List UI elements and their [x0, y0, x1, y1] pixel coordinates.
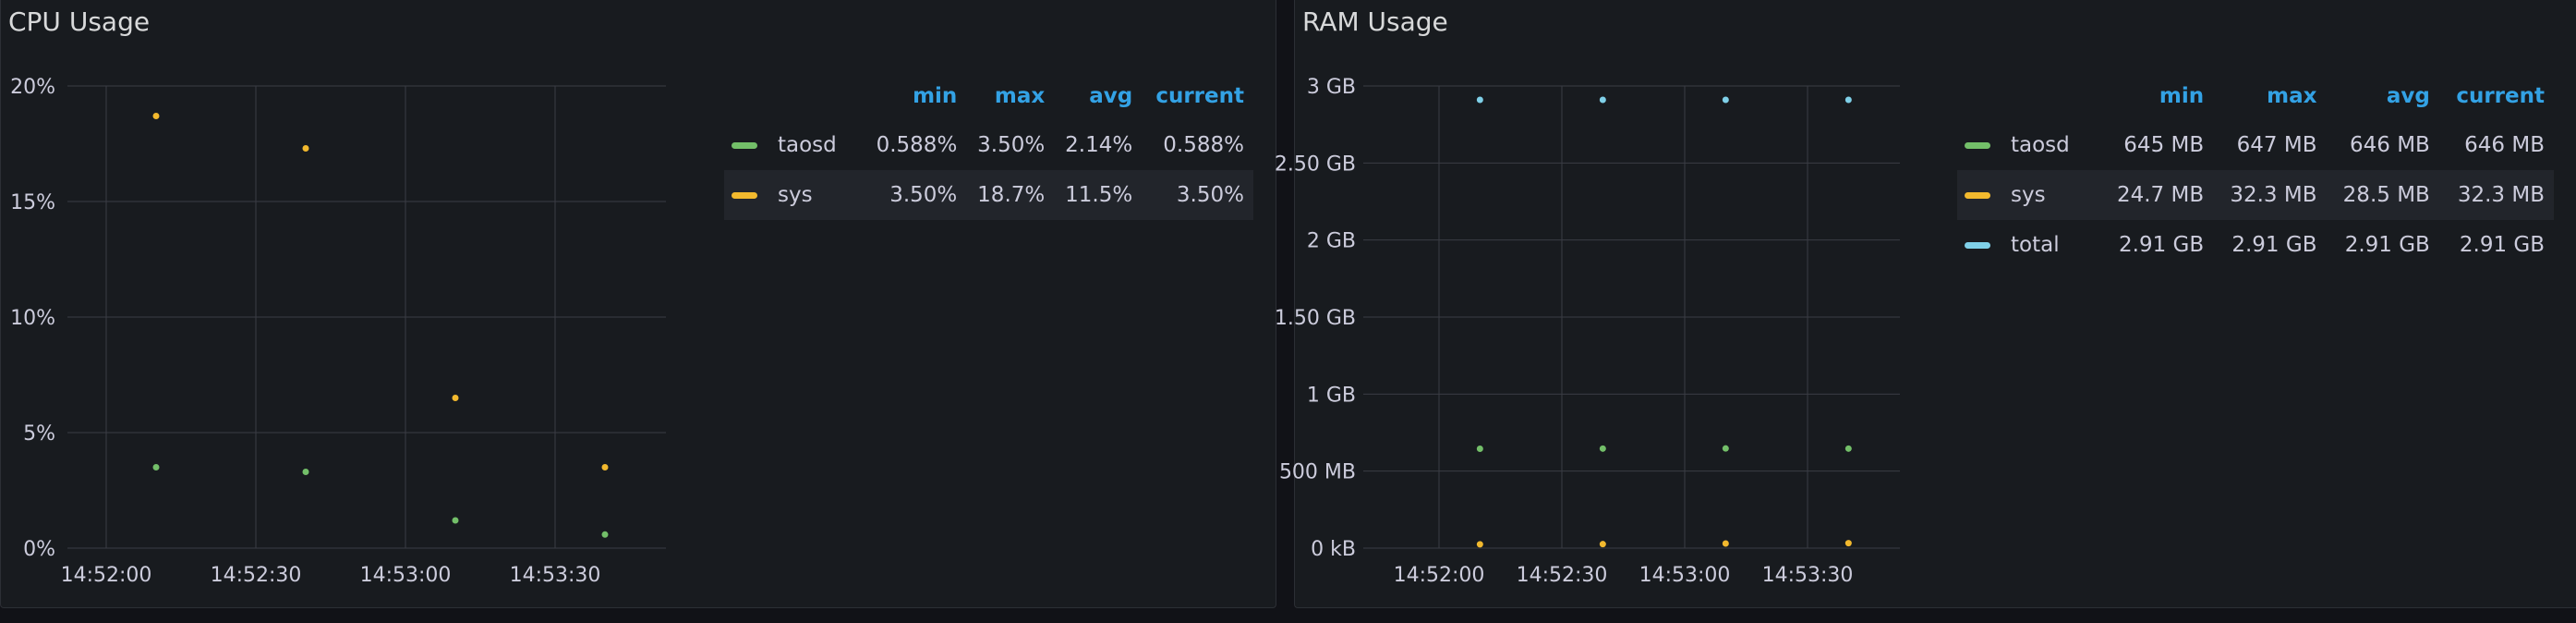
x-tick-label: 14:52:00 [61, 564, 152, 587]
legend-series-name[interactable]: taosd [2011, 133, 2070, 157]
data-point-total [1476, 96, 1483, 104]
data-point-sys [1844, 540, 1852, 547]
x-tick-label: 14:52:30 [1517, 564, 1608, 587]
y-tick-label: 10% [10, 307, 55, 330]
y-tick-label: 500 MB [1279, 461, 1356, 484]
data-point-taosd [1844, 445, 1852, 452]
legend-value-current: 3.50% [1142, 170, 1253, 220]
legend-row-taosd[interactable]: taosd 645 MB 647 MB 646 MB 646 MB [1957, 120, 2554, 170]
legend-row-sys[interactable]: sys 24.7 MB 32.3 MB 28.5 MB 32.3 MB [1957, 170, 2554, 220]
legend-value-current: 2.91 GB [2459, 233, 2545, 257]
data-point-sys [1722, 540, 1729, 547]
legend-row-taosd[interactable]: taosd 0.588% 3.50% 2.14% 0.588% [724, 120, 1253, 170]
legend-value-avg: 646 MB [2349, 133, 2430, 157]
series-color-swatch[interactable] [1965, 192, 1990, 199]
data-point-sys [1476, 541, 1483, 548]
y-tick-label: 2.50 GB [1275, 153, 1356, 176]
legend-header-current[interactable]: current [2439, 72, 2554, 120]
legend-row-total[interactable]: total 2.91 GB 2.91 GB 2.91 GB 2.91 GB [1957, 220, 2554, 270]
x-tick-label: 14:53:30 [1762, 564, 1854, 587]
legend-series-name[interactable]: total [2011, 233, 2060, 257]
legend-header-min[interactable]: min [2100, 72, 2213, 120]
legend-header-current[interactable]: current [1142, 72, 1253, 120]
data-point-taosd [601, 531, 609, 538]
legend-series-name[interactable]: sys [2011, 183, 2046, 207]
legend-value-avg: 28.5 MB [2326, 170, 2439, 220]
legend-value-max: 2.91 GB [2231, 233, 2317, 257]
cpu-legend-table: min max avg current taosd 0.588% 3.50% 2… [724, 72, 1253, 220]
cpu-usage-chart: 0% 5% 10% 15% 20% 14:52:00 14:52:30 14:53:00 14:… [10, 76, 666, 587]
series-color-swatch[interactable] [1965, 142, 1990, 149]
legend-value-current: 646 MB [2464, 133, 2545, 157]
ram-usage-chart: 0 kB 500 MB 1 GB 1.50 GB 2 GB 2.50 GB 3 GB 14:5… [1275, 76, 1900, 587]
y-tick-label: 3 GB [1307, 76, 1356, 99]
data-point-total [1722, 96, 1729, 104]
legend-header-min[interactable]: min [864, 72, 967, 120]
data-point-sys [1599, 541, 1606, 548]
legend-value-max: 647 MB [2236, 133, 2317, 157]
cpu-usage-panel: CPU Usage 0% 5% 10% 15% 20% 14:52:00 14:52:30 1… [0, 0, 1276, 608]
ram-usage-panel: RAM Usage 0 kB 500 MB 1 GB 1.50 GB 2 GB 2.50 … [1275, 0, 2576, 608]
y-tick-label: 0% [23, 538, 55, 561]
y-tick-label: 5% [23, 422, 55, 446]
legend-value-avg: 2.14% [1065, 133, 1133, 157]
data-point-taosd [302, 469, 309, 475]
x-tick-label: 14:52:30 [211, 564, 302, 587]
legend-value-current: 0.588% [1163, 133, 1244, 157]
data-point-total [1844, 96, 1852, 104]
ram-legend-table: min max avg current taosd 645 MB 647 MB … [1957, 72, 2554, 270]
data-point-taosd [1476, 446, 1483, 452]
legend-row-sys[interactable]: sys 3.50% 18.7% 11.5% 3.50% [724, 170, 1253, 220]
y-tick-label: 1.50 GB [1275, 307, 1356, 330]
data-point-sys [152, 113, 160, 119]
legend-value-min: 0.588% [876, 133, 958, 157]
legend-value-avg: 2.91 GB [2344, 233, 2430, 257]
legend-value-min: 2.91 GB [2119, 233, 2205, 257]
legend-value-max: 32.3 MB [2213, 170, 2327, 220]
series-color-swatch[interactable] [732, 192, 757, 199]
x-tick-label: 14:53:00 [360, 564, 452, 587]
legend-value-min: 24.7 MB [2099, 170, 2214, 220]
series-color-swatch[interactable] [732, 142, 757, 149]
x-tick-label: 14:53:00 [1639, 564, 1731, 587]
data-point-total [1599, 96, 1606, 104]
legend-header-avg[interactable]: avg [1054, 72, 1142, 120]
legend-value-max: 18.7% [966, 170, 1055, 220]
data-point-taosd [1599, 445, 1606, 452]
legend-value-max: 3.50% [977, 133, 1046, 157]
x-tick-label: 14:52:00 [1394, 564, 1485, 587]
legend-value-current: 32.3 MB [2438, 170, 2554, 220]
data-point-sys [302, 145, 309, 152]
legend-value-min: 3.50% [863, 170, 967, 220]
legend-value-avg: 11.5% [1054, 170, 1143, 220]
data-point-taosd [452, 517, 459, 524]
data-point-sys [601, 464, 609, 470]
y-tick-label: 1 GB [1307, 384, 1356, 407]
legend-header-avg[interactable]: avg [2326, 72, 2438, 120]
y-tick-label: 2 GB [1307, 230, 1356, 253]
y-tick-label: 0 kB [1311, 538, 1356, 561]
legend-series-name[interactable]: taosd [778, 133, 837, 157]
x-tick-label: 14:53:30 [510, 564, 601, 587]
y-tick-label: 20% [10, 76, 55, 99]
series-color-swatch[interactable] [1965, 242, 1990, 249]
legend-series-name[interactable]: sys [778, 183, 813, 207]
data-point-taosd [152, 464, 160, 470]
legend-header-max[interactable]: max [2213, 72, 2326, 120]
y-tick-label: 15% [10, 191, 55, 214]
legend-value-min: 645 MB [2123, 133, 2205, 157]
data-point-taosd [1722, 445, 1729, 452]
legend-header-max[interactable]: max [966, 72, 1054, 120]
data-point-sys [452, 395, 459, 401]
